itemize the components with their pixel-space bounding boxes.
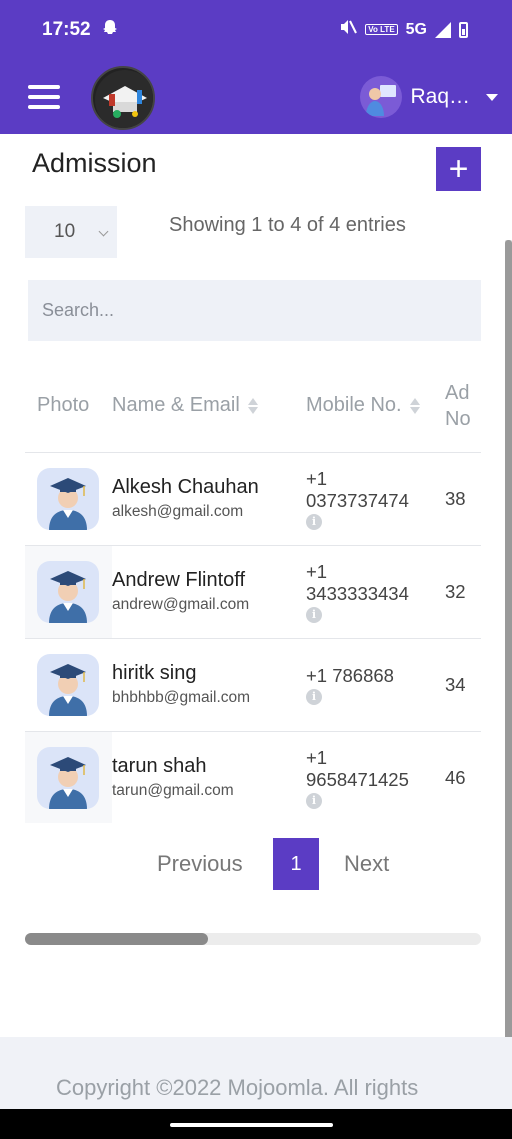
network-type: 5G (405, 20, 427, 38)
search-input[interactable] (28, 280, 481, 341)
column-header-admission-line1: Ad (445, 381, 470, 404)
name-email-cell: Alkesh Chauhan alkesh@gmail.com (112, 452, 306, 546)
mobile-cell: +1 3433333434 i (306, 545, 445, 639)
battery-icon (459, 21, 468, 38)
admission-cell: 38 (445, 452, 481, 546)
pagination: Previous 1 Next (0, 838, 512, 890)
mobile-number: 3433333434 (306, 582, 409, 604)
chevron-down-icon (486, 93, 498, 101)
status-icons: Vo LTE 5G (339, 19, 468, 40)
chevron-down-icon (98, 226, 109, 237)
page-length-value: 10 (54, 221, 76, 242)
info-icon[interactable]: i (306, 688, 322, 705)
page-title: Admission (32, 148, 157, 178)
horizontal-scrollbar[interactable] (25, 933, 481, 945)
home-gesture-handle[interactable] (170, 1123, 333, 1127)
student-avatar (37, 560, 99, 623)
copyright-text: Copyright ©2022 Mojoomla. All rights (56, 1075, 419, 1100)
admission-cell: 32 (445, 545, 481, 639)
vertical-scrollbar-thumb[interactable] (505, 240, 512, 1056)
student-email: andrew@gmail.com (112, 596, 250, 613)
admission-number: 38 (445, 487, 466, 509)
sort-icon (247, 397, 258, 414)
user-name: Raq… (410, 85, 470, 108)
mobile-cell: +1 9658471425 i (306, 731, 445, 823)
name-email-cell: tarun shah tarun@gmail.com (112, 731, 306, 823)
column-header-admission[interactable]: Ad No (445, 360, 481, 453)
column-header-photo-label: Photo (37, 394, 90, 417)
column-header-admission-line2: No (445, 407, 471, 430)
admission-number: 34 (445, 673, 466, 695)
column-header-mobile-label: Mobile No. (306, 394, 402, 417)
page-length-select[interactable]: 10 (25, 206, 117, 258)
student-avatar (37, 746, 99, 809)
mute-icon (339, 19, 358, 40)
table-row[interactable]: Alkesh Chauhan alkesh@gmail.com +1 0373737… (25, 452, 481, 546)
status-bar: 17:52 Vo LTE 5G (0, 0, 512, 60)
student-name[interactable]: hiritk sing (112, 662, 306, 685)
admission-number: 32 (445, 580, 466, 602)
student-name[interactable]: tarun shah (112, 755, 306, 778)
student-email: tarun@gmail.com (112, 782, 234, 799)
mobile-code: +1 (306, 664, 328, 686)
column-header-mobile[interactable]: Mobile No. (306, 360, 445, 453)
student-avatar (37, 467, 99, 530)
table-row[interactable]: hiritk sing bhbhbb@gmail.com +1 786868 i 34 (25, 638, 481, 732)
info-icon[interactable]: i (306, 513, 322, 530)
status-time: 17:52 (42, 19, 91, 40)
admission-table[interactable]: Photo Name & Email Mobile No. Ad No Alkes… (25, 360, 481, 823)
pagination-page-1[interactable]: 1 (273, 838, 319, 890)
mobile-code: +1 (306, 467, 328, 489)
system-nav-bar (0, 1109, 512, 1139)
student-avatar (37, 653, 99, 716)
mobile-code: +1 (306, 746, 328, 768)
mobile-number: 9658471425 (306, 768, 409, 790)
student-name[interactable]: Andrew Flintoff (112, 569, 306, 592)
hamburger-menu-icon[interactable] (28, 85, 60, 109)
student-photo-cell (25, 638, 112, 732)
mobile-cell: +1 0373737474 i (306, 452, 445, 546)
mobile-cell: +1 786868 i (306, 638, 445, 732)
admission-number: 46 (445, 766, 466, 788)
student-name[interactable]: Alkesh Chauhan (112, 476, 306, 499)
info-icon[interactable]: i (306, 606, 322, 623)
table-row[interactable]: tarun shah tarun@gmail.com +1 9658471425 i 4… (25, 731, 481, 823)
student-email: bhbhbb@gmail.com (112, 689, 251, 706)
column-header-name-email[interactable]: Name & Email (112, 360, 306, 453)
mobile-number: 0373737474 (306, 489, 409, 511)
signal-icon (435, 21, 451, 38)
student-photo-cell (25, 545, 112, 639)
sort-icon (409, 397, 420, 414)
mobile-code: +1 (306, 560, 328, 582)
name-email-cell: hiritk sing bhbhbb@gmail.com (112, 638, 306, 732)
user-avatar (360, 76, 403, 118)
column-header-name-label: Name & Email (112, 394, 240, 417)
volte-icon: Vo LTE (365, 24, 398, 35)
user-menu[interactable]: Raq… (360, 76, 498, 118)
student-email: alkesh@gmail.com (112, 503, 244, 520)
table-row[interactable]: Andrew Flintoff andrew@gmail.com +1 343333… (25, 545, 481, 639)
school-logo (91, 66, 155, 130)
pagination-next[interactable]: Next (344, 851, 389, 877)
student-photo-cell (25, 731, 112, 823)
student-photo-cell (25, 452, 112, 546)
add-admission-button[interactable]: + (436, 147, 481, 191)
horizontal-scrollbar-thumb[interactable] (25, 933, 208, 945)
admission-cell: 34 (445, 638, 481, 732)
app-bar: Raq… (0, 60, 512, 134)
pagination-previous[interactable]: Previous (157, 851, 243, 877)
name-email-cell: Andrew Flintoff andrew@gmail.com (112, 545, 306, 639)
snapchat-icon (101, 19, 119, 42)
column-header-photo: Photo (25, 360, 112, 453)
admission-cell: 46 (445, 731, 481, 823)
vertical-scrollbar[interactable] (505, 240, 512, 1056)
entries-info: Showing 1 to 4 of 4 entries (169, 214, 406, 236)
info-icon[interactable]: i (306, 792, 322, 809)
footer: Copyright ©2022 Mojoomla. All rights (0, 1037, 512, 1109)
table-header-row: Photo Name & Email Mobile No. Ad No (25, 360, 481, 453)
mobile-number: 786868 (332, 664, 394, 686)
